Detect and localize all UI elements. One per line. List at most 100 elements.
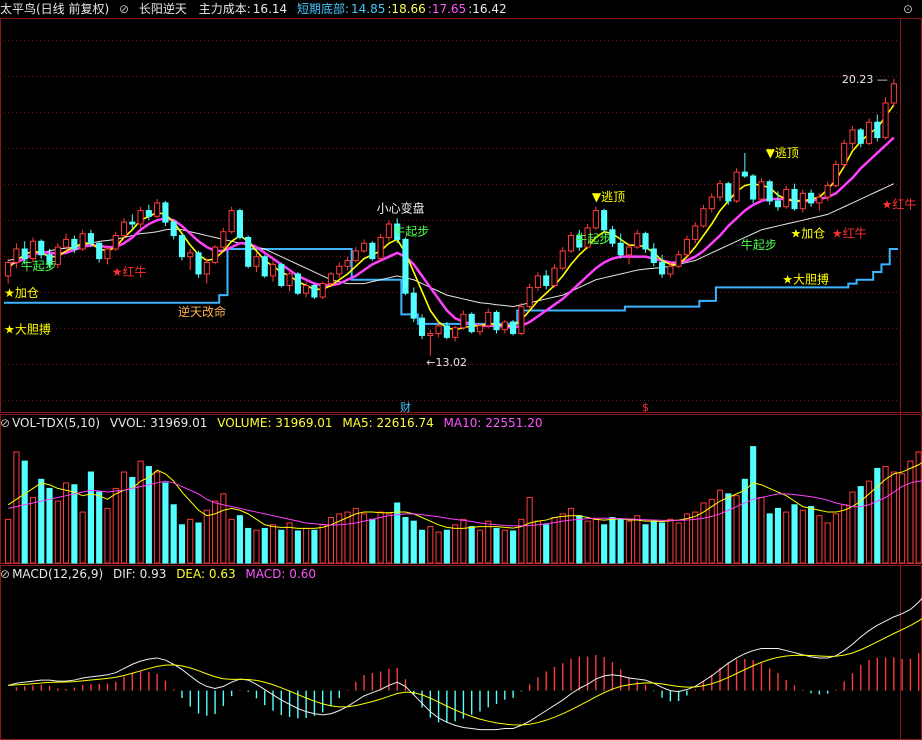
volume-bar[interactable] (485, 520, 492, 564)
volume-bar[interactable] (510, 530, 517, 564)
volume-bar[interactable] (642, 524, 649, 564)
candle-body[interactable] (178, 235, 186, 258)
volume-bar[interactable] (87, 471, 94, 564)
candle-body[interactable] (443, 325, 450, 338)
candle-body[interactable] (733, 171, 740, 202)
volume-bar[interactable] (824, 522, 831, 564)
volume-bar[interactable] (874, 467, 881, 564)
candle-body[interactable] (857, 129, 864, 144)
volume-bar[interactable] (54, 500, 61, 564)
event-marker[interactable]: $ (642, 401, 649, 414)
stock-title[interactable]: 太平鸟(日线 前复权) (0, 2, 109, 16)
volume-bar[interactable] (750, 446, 757, 564)
candle-body[interactable] (683, 238, 690, 256)
volume-bar[interactable] (476, 529, 484, 564)
candle-body[interactable] (195, 252, 202, 275)
candle-body[interactable] (13, 248, 20, 263)
candle-body[interactable] (29, 240, 37, 260)
volume-bar[interactable] (617, 518, 624, 564)
volume-bar[interactable] (13, 451, 20, 564)
volume-bar[interactable] (601, 524, 608, 564)
candle-body[interactable] (145, 210, 152, 217)
candle-body[interactable] (634, 233, 641, 248)
volume-bar[interactable] (584, 520, 591, 564)
candle-body[interactable] (642, 233, 649, 250)
candle-body[interactable] (567, 235, 575, 252)
volume-bar[interactable] (534, 520, 541, 564)
candle-body[interactable] (344, 260, 351, 267)
candle-body[interactable] (650, 248, 657, 263)
volume-bar[interactable] (228, 518, 235, 564)
candle-body[interactable] (865, 121, 873, 144)
candle-body[interactable] (38, 240, 45, 256)
volume-bar[interactable] (443, 529, 450, 564)
volume-bar[interactable] (129, 476, 136, 564)
candle-body[interactable] (708, 196, 715, 210)
volume-bar[interactable] (493, 527, 500, 564)
volume-bar[interactable] (29, 497, 37, 564)
candle-body[interactable] (501, 321, 508, 331)
volume-bar[interactable] (667, 518, 674, 564)
volume-bar[interactable] (799, 509, 806, 564)
volume-bar[interactable] (543, 524, 550, 564)
volume-bar[interactable] (410, 520, 417, 564)
candle-body[interactable] (551, 267, 558, 287)
volume-bar[interactable] (195, 522, 202, 564)
candle-body[interactable] (87, 233, 94, 244)
volume-bar[interactable] (120, 471, 128, 564)
volume-bar[interactable] (650, 520, 657, 564)
candle-body[interactable] (120, 221, 128, 237)
candle-body[interactable] (21, 248, 28, 260)
candle-body[interactable] (369, 242, 376, 260)
volume-bar[interactable] (659, 522, 666, 564)
candle-body[interactable] (766, 181, 773, 202)
candle-body[interactable] (418, 317, 426, 336)
candle-body[interactable] (311, 285, 318, 298)
volume-bar[interactable] (816, 515, 823, 564)
candle-body[interactable] (187, 252, 194, 258)
volume-bar[interactable] (79, 511, 86, 564)
candle-body[interactable] (617, 242, 624, 256)
volume-bar[interactable] (857, 486, 864, 564)
candle-body[interactable] (874, 121, 881, 139)
volume-bar[interactable] (385, 513, 392, 564)
candle-body[interactable] (220, 231, 227, 248)
candle-body[interactable] (294, 273, 301, 294)
volume-bar[interactable] (766, 513, 773, 564)
macd-panel[interactable] (8, 593, 922, 731)
candle-body[interactable] (269, 263, 277, 277)
stock-chart[interactable]: 20.23 — ←13.02 ★加仓 ★大胆搏 牛起步 ★红牛逆天改命 小心变盘牛起步 ▼逃顶… (0, 0, 922, 740)
volume-bar[interactable] (154, 471, 161, 564)
volume-bar[interactable] (38, 478, 45, 564)
candle-body[interactable] (137, 210, 144, 225)
candle-body[interactable] (361, 242, 368, 252)
volume-bar[interactable] (683, 513, 690, 564)
candle-body[interactable] (808, 192, 815, 204)
volume-bar[interactable] (592, 518, 599, 564)
volume-bar[interactable] (352, 507, 359, 564)
candle-body[interactable] (228, 210, 235, 233)
candle-body[interactable] (783, 188, 790, 208)
candle-body[interactable] (824, 185, 831, 198)
volume-bar[interactable] (145, 466, 152, 564)
candle-body[interactable] (750, 175, 757, 200)
candle-body[interactable] (79, 233, 86, 250)
macd-expand-icon[interactable]: ⊘ (0, 567, 10, 581)
volume-bar[interactable] (294, 530, 301, 564)
candle-body[interactable] (245, 236, 252, 267)
volume-panel[interactable] (5, 446, 922, 564)
volume-bar[interactable] (452, 524, 459, 564)
volume-bar[interactable] (278, 529, 285, 564)
volume-bar[interactable] (675, 522, 682, 564)
volume-bar[interactable] (369, 518, 376, 564)
volume-bar[interactable] (170, 504, 177, 564)
candle-body[interactable] (427, 333, 434, 336)
candle-body[interactable] (327, 273, 335, 285)
volume-bar[interactable] (427, 526, 434, 564)
candle-body[interactable] (543, 275, 550, 287)
candle-body[interactable] (452, 327, 459, 338)
volume-bar[interactable] (526, 497, 533, 564)
volume-bar[interactable] (634, 515, 641, 564)
candle-body[interactable] (849, 129, 856, 144)
candle-body[interactable] (485, 311, 492, 327)
